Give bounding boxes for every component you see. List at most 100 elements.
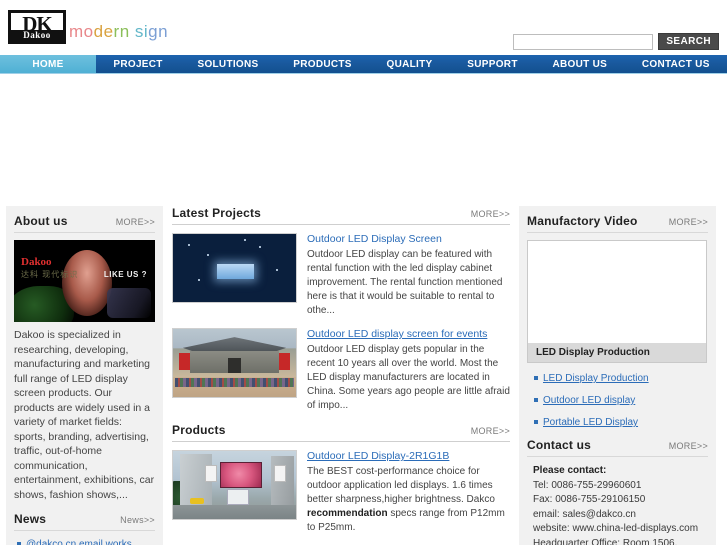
temple-thumb-art xyxy=(173,329,296,397)
nav-item-solutions[interactable]: SOLUTIONS xyxy=(180,55,276,73)
video-stage[interactable] xyxy=(528,241,706,343)
logo-tagline-part-2: de xyxy=(93,22,114,41)
about-image-caption: LIKE US ? xyxy=(103,270,147,279)
left-sidebar: About us MORE>> Dakoo 达科 现代标识 LIKE US ? … xyxy=(6,206,163,545)
logo-mark-box: DK Dakoo xyxy=(8,10,66,44)
temple-event-thumb[interactable] xyxy=(172,328,297,398)
product-item-1-desc-before: The BEST cost-performance choice for out… xyxy=(307,466,495,505)
main-navigation: HOME PROJECT SOLUTIONS PRODUCTS QUALITY … xyxy=(0,55,727,74)
site-header: DK Dakoo modern sign SEARCH xyxy=(0,0,727,55)
about-image-decor-panel xyxy=(107,288,151,318)
nav-item-about-us[interactable]: ABOUT US xyxy=(535,55,624,73)
contact-us-header: Contact us MORE>> xyxy=(527,438,708,456)
product-item-1-body: Outdoor LED Display-2R1G1B The BEST cost… xyxy=(307,450,510,535)
city-thumb-road xyxy=(173,505,296,519)
right-sidebar: Manufactory Video MORE>> LED Display Pro… xyxy=(519,206,716,545)
news-link-1[interactable]: @dakco.cn email works. xyxy=(26,539,135,545)
nav-item-products[interactable]: PRODUCTS xyxy=(276,55,369,73)
manufactory-video-title: Manufactory Video xyxy=(527,214,638,228)
project-item-1-body: Outdoor LED Display Screen Outdoor LED d… xyxy=(307,233,510,318)
city-thumb-screen-a xyxy=(204,464,218,483)
concert-thumb-sparkle xyxy=(259,246,262,249)
contact-details: Please contact: Tel: 0086-755-29960601 F… xyxy=(527,464,708,545)
project-item-2-title[interactable]: Outdoor LED display screen for events xyxy=(307,328,510,340)
contact-address: Headquarter Office: Room 1506, xyxy=(533,537,678,545)
about-us-divider xyxy=(14,232,155,233)
logo-tagline-part-5: gn xyxy=(148,22,169,41)
concert-led-screen-thumb[interactable] xyxy=(172,233,297,303)
contact-website: website: www.china-led-displays.com xyxy=(533,523,699,534)
news-title: News xyxy=(14,512,47,526)
latest-projects-title: Latest Projects xyxy=(172,206,262,220)
product-item-1: Outdoor LED Display-2R1G1B The BEST cost… xyxy=(172,450,510,535)
nav-item-support[interactable]: SUPPORT xyxy=(450,55,535,73)
video-caption: LED Display Production xyxy=(528,343,706,362)
product-item-1-desc: The BEST cost-performance choice for out… xyxy=(307,465,510,535)
site-logo[interactable]: DK Dakoo modern sign xyxy=(8,10,168,44)
products-title: Products xyxy=(172,423,226,437)
logo-tagline-part-4: si xyxy=(134,22,149,41)
main-content: About us MORE>> Dakoo 达科 现代标识 LIKE US ? … xyxy=(0,206,727,545)
city-thumb-screen-main xyxy=(219,461,262,488)
search-button[interactable]: SEARCH xyxy=(658,33,719,50)
temple-thumb-banner-left xyxy=(179,353,191,370)
latest-projects-header: Latest Projects MORE>> xyxy=(172,206,510,224)
video-link-3[interactable]: Portable LED Display xyxy=(543,417,638,428)
video-link-2[interactable]: Outdoor LED display xyxy=(543,395,635,406)
contact-us-title: Contact us xyxy=(527,438,592,452)
project-item-1-desc: Outdoor LED display can be featured with… xyxy=(307,249,503,316)
product-item-1-title[interactable]: Outdoor LED Display-2R1G1B xyxy=(307,450,510,462)
logo-tagline: modern sign xyxy=(69,22,168,42)
project-item-1: Outdoor LED Display Screen Outdoor LED d… xyxy=(172,233,510,318)
about-us-header: About us MORE>> xyxy=(14,214,155,232)
project-item-2: Outdoor LED display screen for events Ou… xyxy=(172,328,510,413)
contact-lead: Please contact: xyxy=(533,465,607,476)
nav-item-home[interactable]: HOME xyxy=(0,55,96,73)
project-item-2-body: Outdoor LED display screen for events Ou… xyxy=(307,328,510,413)
product-item-1-desc-bold: recommendation xyxy=(307,508,388,519)
nav-item-quality[interactable]: QUALITY xyxy=(369,55,450,73)
about-us-more-link[interactable]: MORE>> xyxy=(116,217,155,227)
search-area: SEARCH xyxy=(513,33,719,50)
logo-tagline-part-3: rn xyxy=(113,22,135,41)
temple-thumb-door xyxy=(228,357,241,374)
temple-thumb-crowd xyxy=(175,377,294,388)
manufactory-video-more-link[interactable]: MORE>> xyxy=(669,217,708,227)
video-player[interactable]: LED Display Production xyxy=(527,240,707,363)
latest-projects-more-link[interactable]: MORE>> xyxy=(471,209,510,219)
manufactory-video-header: Manufactory Video MORE>> xyxy=(527,214,708,232)
nav-item-contact-us[interactable]: CONTACT US xyxy=(624,55,727,73)
manufactory-video-divider xyxy=(527,232,708,233)
video-links-list: LED Display Production Outdoor LED displ… xyxy=(531,372,708,429)
project-item-1-title[interactable]: Outdoor LED Display Screen xyxy=(307,233,510,245)
contact-us-divider xyxy=(527,456,708,457)
concert-thumb-sparkle xyxy=(276,269,279,272)
city-thumb-screen-low xyxy=(227,489,250,506)
products-divider xyxy=(172,441,510,442)
news-header: News News>> xyxy=(14,512,155,530)
concert-thumb-sparkle xyxy=(207,254,210,257)
contact-us-more-link[interactable]: MORE>> xyxy=(669,441,708,451)
list-item: Portable LED Display xyxy=(534,416,708,429)
list-item: Outdoor LED display xyxy=(534,394,708,407)
about-image-brand-cn: 达科 现代标识 xyxy=(21,270,79,279)
list-item: LED Display Production xyxy=(534,372,708,385)
nav-item-project[interactable]: PROJECT xyxy=(96,55,180,73)
hero-banner xyxy=(0,74,727,206)
contact-fax: Fax: 0086-755-29106150 xyxy=(533,494,646,505)
city-thumb-taxi xyxy=(190,497,204,505)
about-image-brand: Dakoo xyxy=(21,256,52,268)
logo-tagline-part-1: mo xyxy=(69,22,94,41)
city-billboard-thumb[interactable] xyxy=(172,450,297,520)
concert-thumb-art xyxy=(173,234,296,302)
logo-brand-name: Dakoo xyxy=(11,30,63,41)
search-input[interactable] xyxy=(513,33,654,50)
concert-thumb-sparkle xyxy=(197,278,200,281)
concert-thumb-screen xyxy=(217,263,255,279)
center-column: Latest Projects MORE>> Outdoor LED Displ… xyxy=(172,206,510,545)
news-more-link[interactable]: News>> xyxy=(120,515,155,525)
concert-thumb-sparkle xyxy=(187,243,190,246)
about-us-image[interactable]: Dakoo 达科 现代标识 LIKE US ? xyxy=(14,240,155,322)
products-more-link[interactable]: MORE>> xyxy=(471,426,510,436)
video-link-1[interactable]: LED Display Production xyxy=(543,373,649,384)
